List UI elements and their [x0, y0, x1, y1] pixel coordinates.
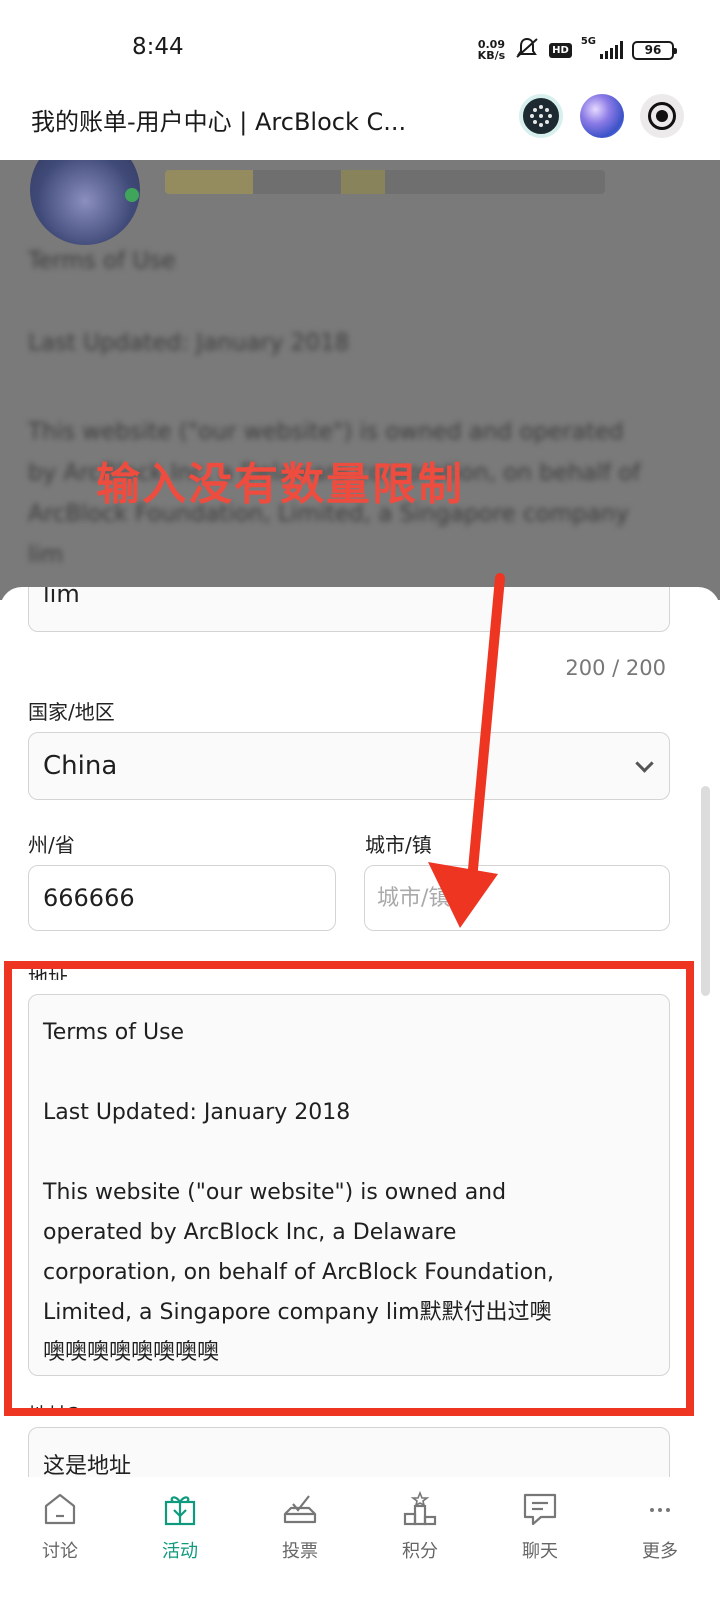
- state-input[interactable]: 666666: [28, 865, 336, 931]
- annotation-text: 输入没有数量限制: [96, 459, 464, 510]
- city-input[interactable]: [377, 880, 657, 916]
- nav-points[interactable]: 积分: [360, 1477, 480, 1600]
- dots-grid-icon: [530, 105, 552, 127]
- country-label: 国家/地区: [28, 700, 115, 724]
- chat-icon: [520, 1487, 560, 1531]
- background-page: Terms of Use Last Updated: January 2018 …: [0, 160, 720, 600]
- online-indicator: [125, 188, 139, 202]
- bg-heading: Terms of Use: [28, 248, 176, 274]
- network-type: 5G: [580, 36, 596, 47]
- record-button[interactable]: [640, 94, 684, 138]
- status-time: 8:44: [132, 34, 184, 60]
- apps-button[interactable]: [519, 94, 563, 138]
- more-icon: [640, 1487, 680, 1531]
- profile-info-blurred: [165, 170, 605, 194]
- top-text-field[interactable]: lim: [28, 587, 670, 632]
- record-icon: [648, 102, 676, 130]
- gift-icon: [160, 1487, 200, 1531]
- nav-activity[interactable]: 活动: [120, 1477, 240, 1600]
- country-select[interactable]: China: [28, 732, 670, 800]
- signal-icon: [600, 41, 623, 59]
- nav-chat[interactable]: 聊天: [480, 1477, 600, 1600]
- nav-discuss[interactable]: 讨论: [0, 1477, 120, 1600]
- vote-icon: [280, 1487, 320, 1531]
- nav-vote[interactable]: 投票: [240, 1477, 360, 1600]
- status-bar: 8:44 0.09 KB/s HD 5G 96: [0, 0, 720, 92]
- title-bar: 我的账单-用户中心 | ArcBlock C...: [0, 92, 720, 160]
- bottom-nav: 讨论 活动 投票 积分 聊天 更多: [0, 1477, 720, 1600]
- char-counter: 200 / 200: [565, 656, 666, 680]
- page-title: 我的账单-用户中心 | ArcBlock C...: [31, 108, 407, 136]
- sheet-scrollbar[interactable]: [701, 786, 710, 996]
- bg-updated: Last Updated: January 2018: [28, 330, 350, 356]
- chevron-down-icon: [635, 754, 654, 773]
- city-label: 城市/镇: [365, 833, 432, 857]
- highlight-box: [4, 961, 694, 1416]
- battery-icon: 96: [632, 40, 677, 60]
- net-speed: 0.09 KB/s: [477, 38, 506, 62]
- user-avatar[interactable]: [580, 94, 624, 138]
- status-icons: 0.09 KB/s HD 5G 96: [477, 36, 677, 64]
- city-input-wrapper[interactable]: [364, 865, 670, 931]
- address2-input[interactable]: 这是地址: [28, 1427, 670, 1477]
- state-label: 州/省: [28, 833, 75, 857]
- profile-avatar: [30, 160, 140, 245]
- hd-badge: HD: [549, 42, 572, 58]
- mute-bell-icon: [514, 36, 540, 64]
- home-icon: [40, 1487, 80, 1531]
- podium-icon: [400, 1487, 440, 1531]
- nav-more[interactable]: 更多: [600, 1477, 720, 1600]
